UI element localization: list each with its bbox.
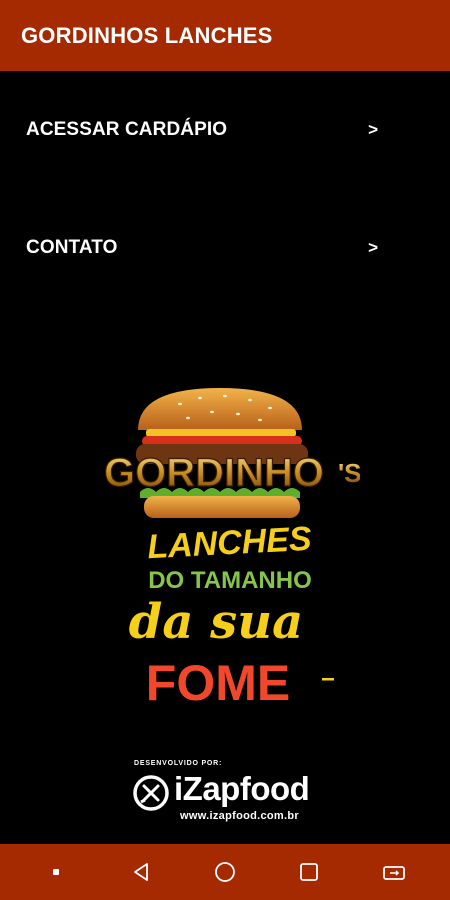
logo-line-do-tamanho: DO TAMANHO [148, 567, 312, 594]
developed-by-label: DESENVOLVIDO POR: [134, 760, 223, 767]
logo-line-fome: FOME [146, 655, 290, 711]
chevron-right-icon: > [368, 120, 378, 139]
logo-line-lanches: LANCHES [146, 520, 312, 567]
izapfood-url: www.izapfood.com.br [180, 810, 299, 822]
izapfood-brand: iZapfood [174, 770, 310, 807]
app-bar: GORDINHOS LANCHES [0, 0, 450, 71]
developer-credit[interactable]: DESENVOLVIDO POR: iZapfood www.izapfood.… [130, 760, 330, 830]
chevron-right-icon: > [368, 238, 378, 257]
logo-line-da-sua: da sua [129, 594, 303, 650]
system-nav-bar [0, 844, 450, 900]
menu-item-label: ACESSAR CARDÁPIO [26, 119, 228, 140]
home-icon[interactable] [203, 850, 247, 894]
svg-text:'S: 'S [338, 458, 360, 488]
fork-knife-icon [133, 775, 169, 811]
app-title: GORDINHOS LANCHES [21, 22, 273, 48]
menu-dot-icon[interactable] [34, 850, 78, 894]
menu-item-cardapio[interactable]: ACESSAR CARDÁPIO > [0, 100, 450, 160]
rotate-icon[interactable] [372, 850, 416, 894]
back-icon[interactable] [119, 850, 163, 894]
menu-item-label: CONTATO [26, 237, 118, 258]
menu-item-contato[interactable]: CONTATO > [0, 218, 450, 278]
gordinhos-logo: GORDINHO 'S LANCHES DO TAMANHO da sua FO… [103, 388, 360, 711]
recents-icon[interactable] [287, 850, 331, 894]
